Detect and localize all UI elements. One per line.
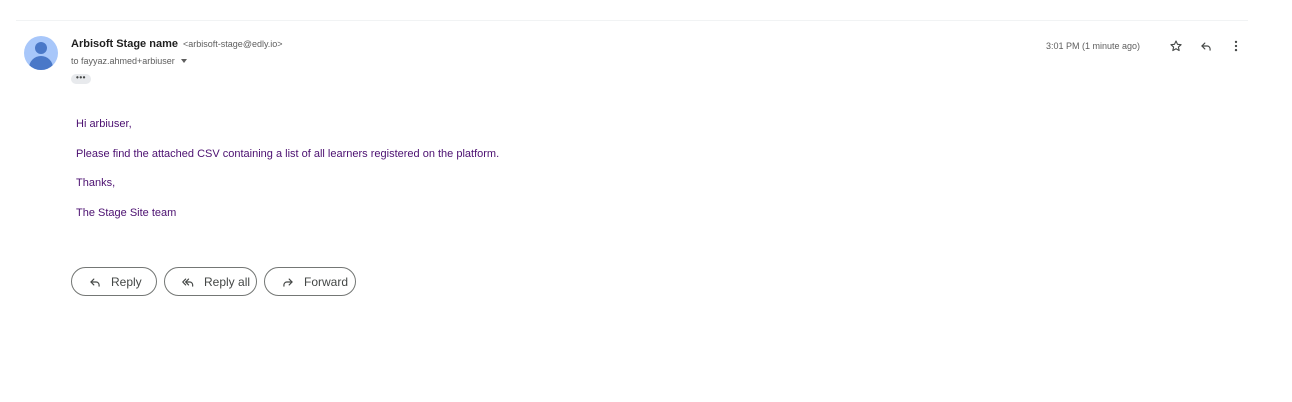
message-body: Hi arbiuser, Please find the attached CS… — [76, 117, 499, 235]
more-vertical-icon[interactable] — [1228, 38, 1244, 54]
body-signoff: Thanks, — [76, 177, 116, 189]
recipient-line: to fayyaz.ahmed+arbiuser — [71, 56, 175, 66]
reply-button-label: Reply — [111, 274, 142, 289]
avatar-shoulders-shape — [29, 56, 53, 70]
sender-email: <arbisoft-stage@edly.io> — [183, 39, 283, 49]
reply-all-button[interactable]: Reply all — [164, 267, 257, 296]
caret-down-icon[interactable] — [180, 59, 187, 63]
sender-name[interactable]: Arbisoft Stage name — [71, 38, 178, 50]
avatar-head-shape — [35, 42, 47, 54]
reply-button[interactable]: Reply — [71, 267, 157, 296]
reply-all-icon — [181, 275, 195, 289]
recipient-details-toggle[interactable]: to fayyaz.ahmed+arbiuser — [71, 56, 187, 66]
reply-all-button-label: Reply all — [204, 274, 251, 289]
message-actions: Reply Reply all Forward — [71, 267, 356, 296]
sender-avatar[interactable] — [24, 36, 58, 70]
reply-icon — [88, 275, 102, 289]
forward-button[interactable]: Forward — [264, 267, 356, 296]
message-timestamp: 3:01 PM (1 minute ago) — [1045, 41, 1140, 51]
forward-button-label: Forward — [304, 274, 349, 289]
body-greeting: Hi arbiuser, — [76, 118, 132, 130]
body-signature: The Stage Site team — [76, 206, 177, 219]
reply-icon[interactable] — [1198, 38, 1214, 54]
message-meta: 3:01 PM (1 minute ago) — [1046, 38, 1244, 54]
show-trimmed-content-button[interactable]: ••• — [71, 74, 91, 84]
body-paragraph: Please find the attached CSV containing … — [76, 147, 500, 160]
sender-line: Arbisoft Stage name <arbisoft-stage@edly… — [71, 38, 283, 50]
header-divider — [16, 20, 1248, 21]
forward-icon — [281, 275, 295, 289]
star-icon[interactable] — [1168, 38, 1184, 54]
